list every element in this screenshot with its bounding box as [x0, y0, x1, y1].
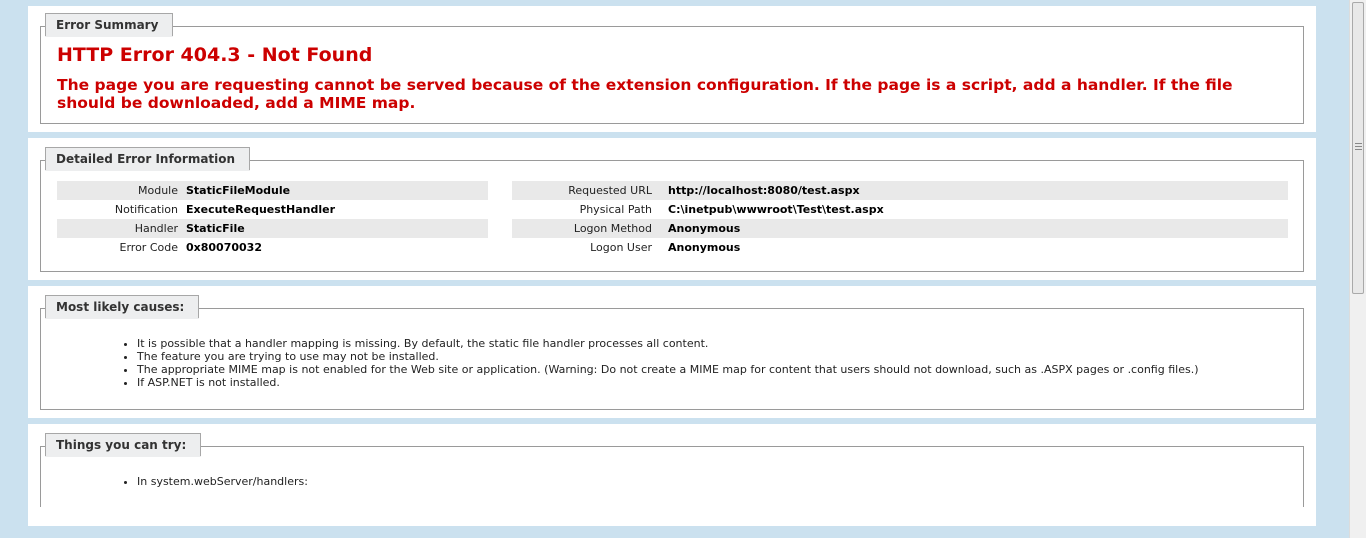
detail-row: Requested URL http://localhost:8080/test…	[512, 181, 1288, 200]
detail-key: Logon User	[590, 241, 652, 254]
things-to-try-box: Things you can try: In system.webServer/…	[40, 433, 1304, 507]
detail-row: Error Code 0x80070032	[57, 238, 488, 257]
details-right-table: Requested URL http://localhost:8080/test…	[512, 181, 1288, 257]
detail-value: http://localhost:8080/test.aspx	[668, 184, 860, 197]
detail-key: Module	[138, 184, 178, 197]
list-item: The appropriate MIME map is not enabled …	[137, 363, 1199, 376]
error-summary-legend: Error Summary	[45, 13, 174, 37]
error-summary-box: Error Summary HTTP Error 404.3 - Not Fou…	[40, 13, 1304, 124]
list-item: In system.webServer/handlers:	[137, 475, 308, 488]
error-title: HTTP Error 404.3 - Not Found	[57, 44, 373, 66]
detail-row: Logon User Anonymous	[512, 238, 1288, 257]
error-summary-panel: Error Summary HTTP Error 404.3 - Not Fou…	[28, 6, 1316, 132]
things-list: In system.webServer/handlers:	[41, 475, 308, 488]
detail-row: Notification ExecuteRequestHandler	[57, 200, 488, 219]
detailed-error-panel: Detailed Error Information Module Static…	[28, 138, 1316, 280]
detail-key: Logon Method	[573, 222, 652, 235]
list-item: If ASP.NET is not installed.	[137, 376, 1199, 389]
likely-causes-box: Most likely causes: It is possible that …	[40, 295, 1304, 410]
detail-row: Logon Method Anonymous	[512, 219, 1288, 238]
likely-causes-panel: Most likely causes: It is possible that …	[28, 286, 1316, 418]
detailed-error-box: Detailed Error Information Module Static…	[40, 147, 1304, 272]
vertical-scrollbar[interactable]	[1349, 0, 1366, 538]
detail-row: Physical Path C:\inetpub\wwwroot\Test\te…	[512, 200, 1288, 219]
scrollbar-thumb[interactable]	[1352, 2, 1364, 294]
detail-key: Error Code	[119, 241, 178, 254]
detailed-error-legend: Detailed Error Information	[45, 147, 251, 171]
details-left-table: Module StaticFileModule Notification Exe…	[57, 181, 488, 257]
detail-row: Handler StaticFile	[57, 219, 488, 238]
things-to-try-legend: Things you can try:	[45, 433, 202, 457]
detail-value: C:\inetpub\wwwroot\Test\test.aspx	[668, 203, 884, 216]
detail-value: ExecuteRequestHandler	[186, 203, 336, 216]
detail-value: Anonymous	[668, 241, 741, 254]
error-message: The page you are requesting cannot be se…	[57, 76, 1233, 112]
detail-value: Anonymous	[668, 222, 741, 235]
grip-icon	[1355, 143, 1362, 151]
things-to-try-panel: Things you can try: In system.webServer/…	[28, 424, 1316, 526]
detail-value: StaticFileModule	[186, 184, 291, 197]
detail-key: Notification	[114, 203, 178, 216]
detail-key: Physical Path	[579, 203, 652, 216]
list-item: It is possible that a handler mapping is…	[137, 337, 1199, 350]
detail-row: Module StaticFileModule	[57, 181, 488, 200]
causes-list: It is possible that a handler mapping is…	[41, 337, 1199, 389]
detail-key: Handler	[134, 222, 178, 235]
list-item: The feature you are trying to use may no…	[137, 350, 1199, 363]
likely-causes-legend: Most likely causes:	[45, 295, 200, 319]
detail-value: 0x80070032	[186, 241, 262, 254]
detail-value: StaticFile	[186, 222, 245, 235]
detail-key: Requested URL	[568, 184, 652, 197]
error-page: Error Summary HTTP Error 404.3 - Not Fou…	[28, 6, 1316, 532]
